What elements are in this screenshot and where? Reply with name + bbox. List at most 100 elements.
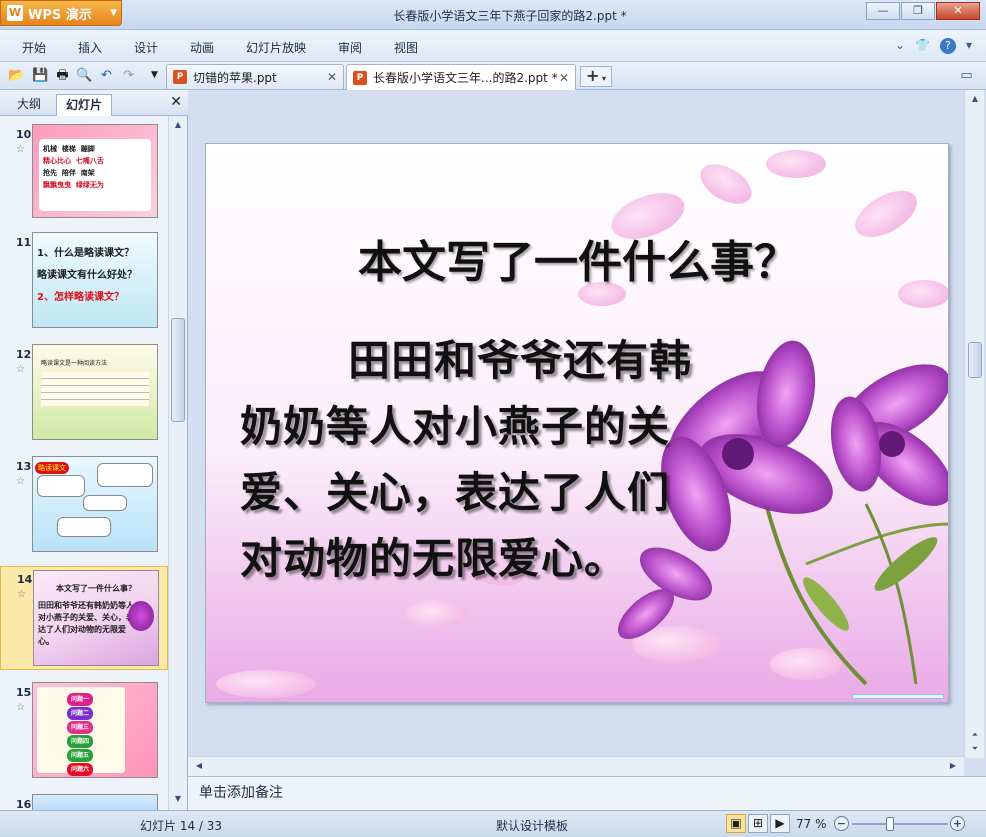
thumb-text-lines — [41, 372, 149, 406]
scroll-up-icon[interactable]: ▲ — [171, 118, 185, 132]
menu-slideshow[interactable]: 幻灯片放映 — [246, 39, 306, 56]
slide-number: 10 — [16, 128, 32, 141]
chevron-down-icon[interactable]: ▾ — [966, 38, 972, 54]
scroll-up-icon[interactable]: ▲ — [968, 92, 982, 106]
slide-body-text[interactable]: 田田和爷爷还有韩 奶奶等人对小燕子的关 爱、关心，表达了人们 对动物的无限爱心。 — [240, 328, 800, 592]
close-tab-icon[interactable]: ✕ — [327, 70, 337, 84]
menu-review[interactable]: 审阅 — [338, 39, 362, 56]
doc-tab-2[interactable]: P 长春版小学语文三年...的路2.ppt * ✕ — [346, 64, 576, 90]
thumb-text: 抢先 — [43, 169, 57, 177]
window-title: 长春版小学语文三年下燕子回家的路2.ppt * — [393, 9, 627, 23]
slide-thumbnail: 1、什么是略读课文？ 略读课文有什么好处？ 2、怎样略读课文？ — [32, 232, 158, 328]
scroll-thumb[interactable] — [171, 318, 185, 422]
thumb-text: 本文写了一件什么事？ — [56, 584, 136, 593]
thumbnail-item[interactable]: 15 ☆ 问题一 问题二 问题三 问题四 问题五 问题六 — [0, 680, 168, 780]
menu-start[interactable]: 开始 — [22, 39, 46, 56]
thumb-text: 绿绿无为 — [75, 181, 104, 189]
thumbnail-item[interactable]: 16 — [0, 792, 168, 810]
app-menu-button[interactable]: W WPS 演示 ▼ — [0, 0, 122, 26]
slide-number: 12 — [16, 348, 32, 361]
collapse-ribbon-icon[interactable]: ⌄ — [895, 38, 905, 54]
animation-star-icon: ☆ — [16, 144, 25, 155]
menu-design[interactable]: 设计 — [134, 39, 158, 56]
open-folder-icon[interactable]: 📂 — [8, 67, 25, 84]
doc-tab-label: 切错的苹果.ppt — [193, 70, 277, 85]
tab-outline[interactable]: 大纲 — [8, 94, 50, 116]
thumb-text: 问题三 — [67, 721, 94, 734]
skin-icon[interactable]: 👕 — [915, 38, 930, 54]
thumbnail-item[interactable]: 13 ☆ 略读课文 — [0, 454, 168, 554]
thumb-text: 楼梯 — [61, 145, 76, 153]
slide-body-line: 对动物的无限爱心。 — [240, 534, 628, 583]
thumb-text: 1、什么是略读课文？ — [37, 248, 134, 259]
thumbnail-item[interactable]: 10 ☆ 机械 楼梯 蹦脚 精心比心 七嘴八舌 抢先 陪伴 南架 飘飘曳曳 绿绿… — [0, 122, 168, 220]
editor-horizontal-scrollbar[interactable]: ◀ ▶ — [188, 756, 964, 776]
notes-placeholder: 单击添加备注 — [199, 785, 283, 801]
scroll-down-icon[interactable]: ▼ — [171, 792, 185, 806]
template-name: 默认设计模板 — [496, 819, 569, 833]
editor-vertical-scrollbar[interactable]: ▲ ⏶ ⏷ — [964, 90, 984, 758]
scroll-right-icon[interactable]: ▶ — [946, 759, 960, 773]
customize-toolbar-icon[interactable]: ▼ — [146, 67, 163, 84]
thumb-text: 问题四 — [67, 735, 94, 748]
print-preview-icon[interactable]: 🔍 — [76, 67, 93, 84]
thumb-text: 问题五 — [67, 749, 94, 762]
doc-tab-1[interactable]: P 切错的苹果.ppt ✕ — [166, 64, 344, 89]
minimize-button[interactable]: — — [866, 2, 900, 20]
thumb-text: 2、怎样略读课文？ — [37, 292, 124, 303]
scroll-thumb[interactable] — [968, 342, 982, 378]
thumb-text: 问题六 — [67, 763, 94, 776]
redo-icon[interactable]: ↷ — [120, 67, 137, 84]
thumb-text: 问题一 — [67, 693, 94, 706]
tab-slides[interactable]: 幻灯片 — [56, 94, 113, 116]
window-layout-icon[interactable]: ▭ — [958, 67, 975, 84]
close-tab-icon[interactable]: ✕ — [559, 71, 569, 85]
print-icon[interactable]: 🖶 — [54, 67, 71, 84]
slide-thumbnail: 机械 楼梯 蹦脚 精心比心 七嘴八舌 抢先 陪伴 南架 飘飘曳曳 绿绿无为 — [32, 124, 158, 218]
help-icon[interactable]: ? — [939, 38, 956, 54]
normal-view-icon[interactable]: ▣ — [726, 814, 746, 833]
undo-icon[interactable]: ↶ — [98, 67, 115, 84]
slide-title[interactable]: 本文写了一件什么事？ — [206, 226, 948, 290]
slideshow-view-icon[interactable]: ▶ — [770, 814, 790, 833]
zoom-out-icon[interactable]: − — [834, 816, 849, 831]
notes-pane[interactable]: 单击添加备注 — [188, 776, 986, 810]
thumbnail-item[interactable]: 11 1、什么是略读课文？ 略读课文有什么好处？ 2、怎样略读课文？ — [0, 230, 168, 330]
prev-slide-icon[interactable]: ⏶ — [968, 728, 982, 742]
thumbnail-scrollbar[interactable]: ▲ ▼ — [168, 116, 186, 810]
thumbnail-item-selected[interactable]: 14 ☆ 本文写了一件什么事？ 田田和爷爷还有韩奶奶等人对小燕子的关爱、关心，表… — [0, 566, 168, 670]
slide-thumbnail: 略读课文是一种阅读方法 — [32, 344, 158, 440]
close-window-button[interactable]: ✕ — [936, 2, 980, 20]
slide-body-line: 奶奶等人对小燕子的关 — [240, 402, 671, 451]
next-slide-icon[interactable]: ⏷ — [968, 742, 982, 756]
window-controls: — ❐ ✕ — [866, 2, 980, 20]
title-bar: W WPS 演示 ▼ 长春版小学语文三年下燕子回家的路2.ppt * — ❐ ✕ — [0, 0, 986, 30]
status-bar: 幻灯片 14 / 33 默认设计模板 ▣ ⊞ ▶ 77 % − + — [0, 810, 986, 837]
slide-canvas[interactable]: 本文写了一件什么事？ 田田和爷爷还有韩 奶奶等人对小燕子的关 爱、关心，表达了人… — [205, 143, 949, 703]
zoom-in-icon[interactable]: + — [950, 816, 965, 831]
thumb-text: 南架 — [80, 169, 95, 177]
pane-tabs: 大纲 幻灯片 ✕ — [0, 90, 188, 116]
menu-insert[interactable]: 插入 — [78, 39, 102, 56]
slide-number: 14 — [17, 573, 33, 586]
save-icon[interactable]: 💾 — [32, 67, 49, 84]
menu-bar: 开始 插入 设计 动画 幻灯片放映 审阅 视图 ⌄ 👕 ? ▾ — [0, 30, 986, 62]
new-tab-button[interactable]: + ▾ — [580, 66, 612, 87]
animation-star-icon: ☆ — [16, 702, 25, 713]
thumbnail-list: 10 ☆ 机械 楼梯 蹦脚 精心比心 七嘴八舌 抢先 陪伴 南架 飘飘曳曳 绿绿… — [0, 116, 168, 810]
restore-button[interactable]: ❐ — [901, 2, 935, 20]
slide-sorter-icon[interactable]: ⊞ — [748, 814, 768, 833]
zoom-slider-knob[interactable] — [886, 817, 894, 831]
slide-progress-bar — [852, 694, 944, 699]
doc-tab-label: 长春版小学语文三年...的路2.ppt * — [373, 71, 558, 85]
menu-view[interactable]: 视图 — [394, 39, 418, 56]
scroll-left-icon[interactable]: ◀ — [192, 759, 206, 773]
thumbnail-item[interactable]: 12 ☆ 略读课文是一种阅读方法 — [0, 342, 168, 442]
close-pane-icon[interactable]: ✕ — [170, 94, 182, 110]
slide-thumbnail — [32, 794, 158, 810]
menu-animation[interactable]: 动画 — [190, 39, 214, 56]
zoom-slider[interactable] — [852, 817, 948, 831]
thumb-text: 陪伴 — [61, 169, 76, 177]
thumb-text: 略读课文有什么好处？ — [37, 270, 137, 281]
app-name: WPS 演示 — [28, 7, 92, 23]
